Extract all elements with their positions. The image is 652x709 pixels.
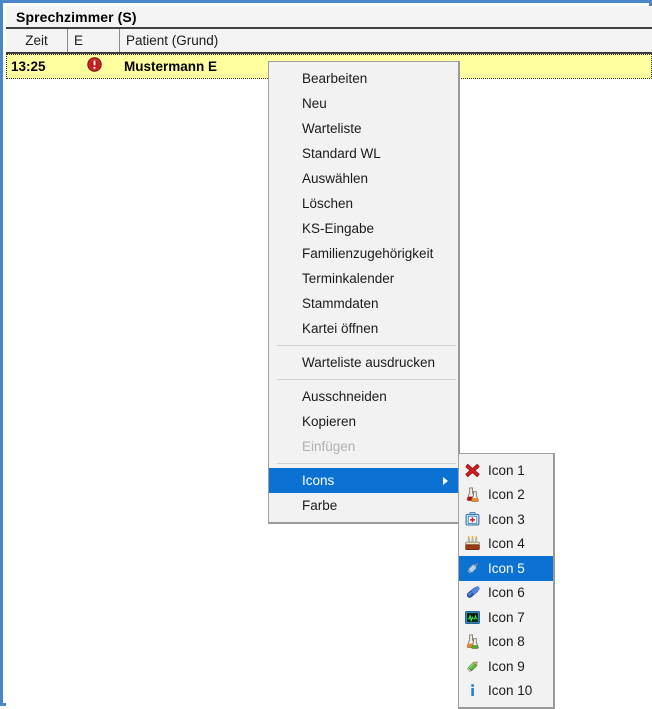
menu-item-kopieren[interactable]: Kopieren (269, 409, 458, 434)
submenu-item-icon-3[interactable]: Icon 3 (459, 507, 553, 532)
menu-separator (277, 379, 456, 380)
menu-item-icons[interactable]: Icons (269, 468, 458, 493)
menu-item-warteliste-ausdrucken[interactable]: Warteliste ausdrucken (269, 350, 458, 375)
submenu-item-icon-6-label: Icon 6 (488, 585, 525, 600)
menu-item-familienzugehoerigkeit[interactable]: Familienzugehörigkeit (269, 241, 458, 266)
menu-item-kartei-oeffnen[interactable]: Kartei öffnen (269, 316, 458, 341)
column-header-zeit[interactable]: Zeit (6, 29, 68, 52)
menu-separator (277, 463, 456, 464)
window-title-bar: Sprechzimmer (S) (6, 6, 652, 29)
submenu-item-icon-9[interactable]: Icon 9 (459, 654, 553, 679)
menu-item-ausschneiden[interactable]: Ausschneiden (269, 384, 458, 409)
cell-zeit: 13:25 (11, 59, 46, 74)
menu-item-ks-eingabe[interactable]: KS-Eingabe (269, 216, 458, 241)
submenu-item-icon-1[interactable]: Icon 1 (459, 458, 553, 483)
menu-item-farbe[interactable]: Farbe (269, 493, 458, 518)
submenu-item-icon-10[interactable]: Icon 10 (459, 679, 553, 704)
column-header-e[interactable]: E (68, 29, 120, 52)
menu-item-terminkalender[interactable]: Terminkalender (269, 266, 458, 291)
submenu-item-icon-8-label: Icon 8 (488, 634, 525, 649)
submenu-item-icon-7[interactable]: Icon 7 (459, 605, 553, 630)
menu-item-icons-label: Icons (302, 473, 335, 488)
submenu-item-icon-2-label: Icon 2 (488, 487, 525, 502)
menu-item-einfuegen: Einfügen (302, 439, 356, 454)
blue-pill-capsule-icon (462, 584, 482, 602)
context-menu: Bearbeiten Neu Warteliste Standard WL Au… (268, 61, 460, 524)
page-title: Sprechzimmer (S) (16, 8, 137, 25)
cell-e (68, 56, 120, 77)
submenu-item-icon-1-label: Icon 1 (488, 462, 525, 478)
table-column-header: Zeit E Patient (Grund) (6, 29, 652, 54)
submenu-item-icon-10-label: Icon 10 (488, 683, 533, 698)
submenu-item-icon-7-label: Icon 7 (488, 609, 525, 625)
menu-separator (277, 345, 456, 346)
blue-info-icon (462, 682, 482, 700)
birthday-cake-icon (462, 535, 482, 553)
lab-flasks-orange-green-icon (462, 633, 482, 651)
menu-item-bearbeiten[interactable]: Bearbeiten (269, 66, 458, 91)
menu-item-loeschen[interactable]: Löschen (269, 191, 458, 216)
menu-item-neu[interactable]: Neu (269, 91, 458, 116)
submenu-item-icon-5[interactable]: Icon 5 (459, 556, 553, 581)
submenu-item-icon-9-label: Icon 9 (488, 658, 525, 674)
column-header-patient[interactable]: Patient (Grund) (120, 29, 652, 52)
green-pencil-icon (462, 657, 482, 675)
submenu-item-icon-4[interactable]: Icon 4 (459, 532, 553, 557)
medical-first-aid-bag-icon (462, 510, 482, 528)
icons-submenu: Icon 1 Icon 2 Icon 3 Icon 4 Icon 5 Icon … (458, 453, 555, 709)
red-alert-exclamation-icon (86, 56, 102, 77)
menu-item-stammdaten[interactable]: Stammdaten (269, 291, 458, 316)
submenu-item-icon-5-label: Icon 5 (488, 560, 525, 576)
menu-item-warteliste[interactable]: Warteliste (269, 116, 458, 141)
application-window: Sprechzimmer (S) Zeit E Patient (Grund) … (0, 0, 652, 709)
menu-item-auswaehlen[interactable]: Auswählen (269, 166, 458, 191)
lab-flasks-red-orange-icon (462, 486, 482, 504)
syringe-icon (462, 559, 482, 577)
submenu-item-icon-3-label: Icon 3 (488, 511, 525, 527)
red-cross-x-icon (462, 461, 482, 479)
ecg-monitor-icon (462, 608, 482, 626)
submenu-item-icon-4-label: Icon 4 (488, 536, 525, 551)
menu-item-standard-wl[interactable]: Standard WL (269, 141, 458, 166)
submenu-item-icon-2[interactable]: Icon 2 (459, 483, 553, 508)
chevron-right-icon (443, 476, 448, 485)
submenu-item-icon-6[interactable]: Icon 6 (459, 581, 553, 606)
submenu-item-icon-8[interactable]: Icon 8 (459, 630, 553, 655)
